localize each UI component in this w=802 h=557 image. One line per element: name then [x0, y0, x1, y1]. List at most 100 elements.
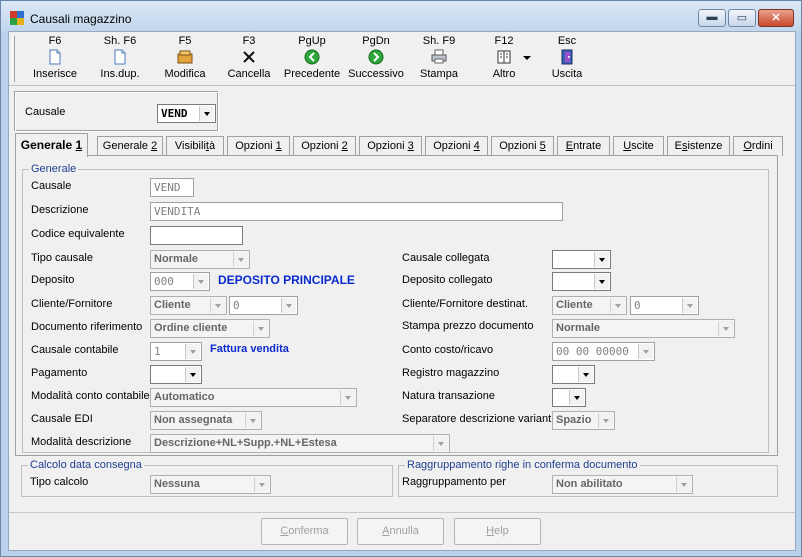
codice-equivalente-field[interactable] [150, 226, 243, 245]
separatore-select[interactable]: Spazio [552, 411, 615, 430]
raggruppamento-per-select[interactable]: Non abilitato [552, 475, 693, 494]
next-arrow-icon [368, 49, 384, 65]
modalita-conto-select[interactable]: Automatico [150, 388, 357, 407]
deposito-description: DEPOSITO PRINCIPALE [218, 273, 355, 287]
conferma-button[interactable]: Conferma [261, 518, 348, 545]
uscita-button[interactable]: Esc Uscita [541, 35, 593, 83]
cancella-button[interactable]: F3 Cancella [223, 35, 275, 83]
tab-ordini-text: rdini [751, 140, 773, 152]
modalita-descrizione-select[interactable]: Descrizione+NL+Supp.+NL+Estesa [150, 434, 450, 453]
altro-dropdown-arrow-icon[interactable] [523, 56, 531, 60]
tab-ordini-mnemonic: O [743, 140, 752, 152]
stampa-label: Stampa [420, 68, 458, 80]
deposito-collegato-combo[interactable] [552, 272, 611, 291]
tab-opzioni-4[interactable]: Opzioni 4 [425, 136, 488, 156]
chevron-down-icon[interactable] [210, 298, 225, 313]
causale-combo[interactable]: VEND [157, 104, 216, 123]
tab-opzioni-3[interactable]: Opzioni 3 [359, 136, 422, 156]
stampa-prezzo-label: Stampa prezzo documento [402, 320, 534, 332]
causale-value: VEND [161, 107, 188, 120]
chevron-down-icon[interactable] [245, 413, 260, 428]
cliente-fornitore-dest-code[interactable]: 0 [630, 296, 699, 315]
natura-transazione-combo[interactable] [552, 388, 586, 407]
group-calcolo-consegna-title: Calcolo data consegna [28, 459, 144, 471]
registro-magazzino-label: Registro magazzino [402, 367, 500, 379]
chevron-down-icon[interactable] [193, 274, 208, 289]
cliente-fornitore-dest-label: Cliente/Fornitore destinat. [402, 298, 528, 310]
causale-edi-select[interactable]: Non assegnata [150, 411, 262, 430]
tab-opzioni-5[interactable]: Opzioni 5 [491, 136, 554, 156]
successivo-button[interactable]: PgDn Successivo [345, 35, 407, 83]
chevron-down-icon[interactable] [253, 321, 268, 336]
causale-contabile-combo[interactable]: 1 [150, 342, 202, 361]
tab-opzioni-2-text: Opzioni [301, 140, 342, 152]
inserisce-button[interactable]: F6 Inserisce [29, 35, 81, 83]
chevron-down-icon[interactable] [185, 367, 200, 382]
causale-field[interactable]: VEND [150, 178, 194, 197]
tab-opzioni-1[interactable]: Opzioni 1 [227, 136, 290, 156]
stampa-button[interactable]: Sh. F9 Stampa [413, 35, 465, 83]
uscita-key: Esc [557, 35, 577, 47]
tab-generale-2[interactable]: Generale 2 [97, 136, 163, 156]
ins-dup-button[interactable]: Sh. F6 Ins.dup. [94, 35, 146, 83]
tab-esistenze[interactable]: Esistenze [667, 136, 730, 156]
tab-generale-1[interactable]: Generale 1 [15, 133, 88, 157]
minimize-button[interactable]: ▬ [698, 9, 726, 27]
cliente-fornitore-code[interactable]: 0 [229, 296, 298, 315]
annulla-button[interactable]: Annulla [357, 518, 444, 545]
tab-generale-1-mnemonic: 1 [75, 138, 83, 152]
tab-generale-1-text: Generale [20, 138, 76, 152]
chevron-down-icon[interactable] [594, 274, 609, 289]
chevron-down-icon[interactable] [682, 298, 697, 313]
chevron-down-icon[interactable] [638, 344, 653, 359]
toolbar-grip[interactable] [12, 36, 15, 82]
toolbar: F6 Inserisce Sh. F6 Ins.dup. F5 Modifica… [9, 32, 795, 86]
help-button[interactable]: Help [454, 518, 541, 545]
tipo-causale-select[interactable]: Normale [150, 250, 250, 269]
tab-entrate[interactable]: Entrate [557, 136, 610, 156]
tab-opzioni-3-mnemonic: 3 [407, 140, 414, 152]
tab-uscite-mnemonic: U [623, 140, 632, 152]
uscita-label: Uscita [551, 68, 583, 80]
chevron-down-icon[interactable] [199, 106, 214, 121]
chevron-down-icon[interactable] [578, 367, 593, 382]
maximize-button[interactable]: ▭ [728, 9, 756, 27]
modifica-button[interactable]: F5 Modifica [159, 35, 211, 83]
documento-riferimento-select[interactable]: Ordine cliente [150, 319, 270, 338]
window-title: Causali magazzino [30, 12, 132, 26]
chevron-down-icon[interactable] [594, 252, 609, 267]
chevron-down-icon[interactable] [433, 436, 448, 451]
chevron-down-icon[interactable] [598, 413, 613, 428]
tab-uscite-text: scite [631, 140, 654, 152]
group-raggruppamento-title: Raggruppamento righe in conferma documen… [405, 459, 640, 471]
chevron-down-icon[interactable] [569, 390, 584, 405]
tab-uscite[interactable]: Uscite [613, 136, 664, 156]
tab-opzioni-2[interactable]: Opzioni 2 [293, 136, 356, 156]
cliente-fornitore-dest-select[interactable]: Cliente [552, 296, 627, 315]
altro-button[interactable]: F12 Altro [479, 35, 529, 83]
conto-costo-combo[interactable]: 00 00 00000 [552, 342, 655, 361]
precedente-button[interactable]: PgUp Precedente [281, 35, 343, 83]
tab-opzioni-4-mnemonic: 4 [473, 140, 480, 152]
registro-magazzino-combo[interactable] [552, 365, 595, 384]
chevron-down-icon[interactable] [281, 298, 296, 313]
chevron-down-icon[interactable] [185, 344, 200, 359]
chevron-down-icon[interactable] [233, 252, 248, 267]
tab-esistenze-text-end: istenze [687, 140, 723, 152]
descrizione-field[interactable]: VENDITA [150, 202, 563, 221]
close-button[interactable]: ✕ [758, 9, 794, 27]
stampa-prezzo-select[interactable]: Normale [552, 319, 735, 338]
causale-collegata-combo[interactable] [552, 250, 611, 269]
chevron-down-icon[interactable] [610, 298, 625, 313]
tipo-calcolo-select[interactable]: Nessuna [150, 475, 271, 494]
chevron-down-icon[interactable] [254, 477, 269, 492]
chevron-down-icon[interactable] [718, 321, 733, 336]
pagamento-combo[interactable] [150, 365, 202, 384]
chevron-down-icon[interactable] [676, 477, 691, 492]
deposito-combo[interactable]: 000 [150, 272, 210, 291]
cliente-fornitore-select[interactable]: Cliente [150, 296, 227, 315]
tab-visibilita[interactable]: Visibilità [166, 136, 224, 156]
tab-ordini[interactable]: Ordini [733, 136, 783, 156]
chevron-down-icon[interactable] [340, 390, 355, 405]
main-window: Causali magazzino ▬ ▭ ✕ F6 Inserisce Sh.… [0, 0, 802, 557]
